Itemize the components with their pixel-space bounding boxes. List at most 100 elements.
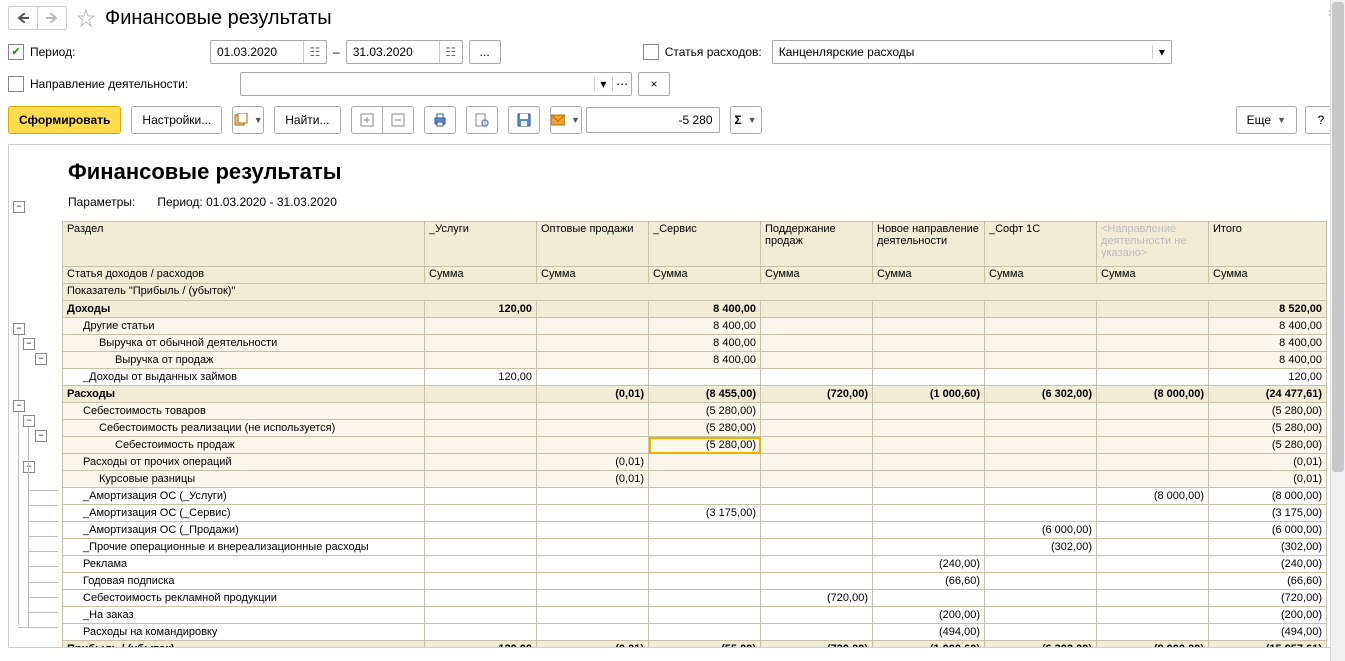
value-cell[interactable] bbox=[537, 505, 649, 522]
date-from-input[interactable] bbox=[211, 42, 303, 62]
value-cell[interactable]: (8 455,00) bbox=[649, 386, 761, 403]
value-cell[interactable] bbox=[425, 403, 537, 420]
dropdown-icon[interactable]: ▾ bbox=[594, 77, 613, 91]
value-cell[interactable] bbox=[537, 301, 649, 318]
value-cell[interactable] bbox=[1097, 471, 1209, 488]
table-row[interactable]: Доходы120,008 400,008 520,00 bbox=[63, 301, 1327, 318]
value-cell[interactable] bbox=[1097, 335, 1209, 352]
value-cell[interactable] bbox=[985, 471, 1097, 488]
value-cell[interactable] bbox=[985, 437, 1097, 454]
value-cell[interactable] bbox=[649, 556, 761, 573]
value-cell[interactable] bbox=[985, 505, 1097, 522]
value-cell[interactable] bbox=[985, 301, 1097, 318]
value-cell[interactable] bbox=[425, 454, 537, 471]
open-dialog-icon[interactable]: ⋯ bbox=[612, 77, 631, 91]
value-cell[interactable] bbox=[761, 488, 873, 505]
value-cell[interactable] bbox=[1097, 522, 1209, 539]
table-row[interactable]: Себестоимость продаж(5 280,00)(5 280,00) bbox=[63, 437, 1327, 454]
table-row[interactable]: Расходы от прочих операций(0,01)(0,01) bbox=[63, 454, 1327, 471]
value-cell[interactable] bbox=[873, 403, 985, 420]
value-cell[interactable] bbox=[761, 471, 873, 488]
value-cell[interactable] bbox=[1097, 505, 1209, 522]
value-cell[interactable]: (15 957,61) bbox=[1209, 641, 1327, 648]
value-cell[interactable] bbox=[1097, 590, 1209, 607]
value-cell[interactable] bbox=[985, 590, 1097, 607]
value-cell[interactable] bbox=[537, 369, 649, 386]
value-cell[interactable]: (1 000,60) bbox=[873, 386, 985, 403]
report-table[interactable]: Раздел_УслугиОптовые продажи_СервисПодде… bbox=[62, 221, 1327, 647]
value-cell[interactable] bbox=[761, 403, 873, 420]
value-cell[interactable] bbox=[761, 624, 873, 641]
value-cell[interactable] bbox=[761, 369, 873, 386]
value-cell[interactable]: 8 400,00 bbox=[649, 318, 761, 335]
value-cell[interactable] bbox=[985, 624, 1097, 641]
table-row[interactable]: Годовая подписка(66,60)(66,60) bbox=[63, 573, 1327, 590]
value-cell[interactable] bbox=[873, 488, 985, 505]
value-cell[interactable] bbox=[425, 607, 537, 624]
value-cell[interactable] bbox=[649, 607, 761, 624]
value-cell[interactable] bbox=[761, 505, 873, 522]
value-cell[interactable]: (0,01) bbox=[1209, 471, 1327, 488]
value-cell[interactable]: 120,00 bbox=[1209, 369, 1327, 386]
value-cell[interactable]: (66,60) bbox=[1209, 573, 1327, 590]
value-cell[interactable] bbox=[1097, 301, 1209, 318]
table-row[interactable]: Себестоимость рекламной продукции(720,00… bbox=[63, 590, 1327, 607]
scrollbar-thumb[interactable] bbox=[1332, 144, 1337, 472]
value-cell[interactable] bbox=[537, 624, 649, 641]
value-cell[interactable]: 120,00 bbox=[425, 369, 537, 386]
value-cell[interactable]: (8 000,00) bbox=[1097, 488, 1209, 505]
value-cell[interactable]: (200,00) bbox=[1209, 607, 1327, 624]
value-cell[interactable] bbox=[425, 488, 537, 505]
value-cell[interactable]: (6 302,00) bbox=[985, 386, 1097, 403]
value-cell[interactable] bbox=[1097, 573, 1209, 590]
value-cell[interactable] bbox=[1097, 352, 1209, 369]
value-cell[interactable]: 120,00 bbox=[425, 301, 537, 318]
value-cell[interactable]: (1 000,60) bbox=[873, 641, 985, 648]
value-cell[interactable] bbox=[537, 403, 649, 420]
value-cell[interactable] bbox=[1097, 539, 1209, 556]
value-cell[interactable] bbox=[761, 437, 873, 454]
tree-collapse-icon[interactable]: − bbox=[23, 338, 35, 350]
value-cell[interactable]: (3 175,00) bbox=[1209, 505, 1327, 522]
table-row[interactable]: Расходы на командировку(494,00)(494,00) bbox=[63, 624, 1327, 641]
expand-all-button[interactable] bbox=[351, 106, 383, 134]
table-row[interactable]: Другие статьи8 400,008 400,00 bbox=[63, 318, 1327, 335]
value-cell[interactable]: 120,00 bbox=[425, 641, 537, 648]
value-cell[interactable]: 8 400,00 bbox=[1209, 318, 1327, 335]
value-cell[interactable]: (0,01) bbox=[537, 471, 649, 488]
value-cell[interactable] bbox=[761, 318, 873, 335]
value-cell[interactable]: 8 400,00 bbox=[1209, 335, 1327, 352]
value-cell[interactable] bbox=[873, 505, 985, 522]
value-cell[interactable]: (6 302,00) bbox=[985, 641, 1097, 648]
value-cell[interactable] bbox=[761, 607, 873, 624]
value-cell[interactable] bbox=[537, 437, 649, 454]
value-cell[interactable] bbox=[649, 522, 761, 539]
value-cell[interactable]: (5 280,00) bbox=[649, 420, 761, 437]
value-cell[interactable]: 8 400,00 bbox=[649, 335, 761, 352]
dropdown-icon[interactable]: ▾ bbox=[1152, 45, 1171, 59]
table-row[interactable]: Реклама(240,00)(240,00) bbox=[63, 556, 1327, 573]
value-cell[interactable] bbox=[649, 471, 761, 488]
value-cell[interactable] bbox=[425, 335, 537, 352]
value-cell[interactable]: (5 280,00) bbox=[649, 403, 761, 420]
value-cell[interactable] bbox=[649, 539, 761, 556]
more-button[interactable]: Еще▼ bbox=[1236, 106, 1297, 134]
tree-collapse-icon[interactable]: − bbox=[23, 461, 35, 473]
table-row[interactable]: _Амортизация ОС (_Продажи)(6 000,00)(6 0… bbox=[63, 522, 1327, 539]
value-cell[interactable]: (8 000,00) bbox=[1097, 386, 1209, 403]
save-button[interactable] bbox=[508, 106, 540, 134]
value-cell[interactable] bbox=[1097, 624, 1209, 641]
value-cell[interactable] bbox=[873, 301, 985, 318]
value-cell[interactable]: (5 280,00) bbox=[649, 437, 761, 454]
value-cell[interactable] bbox=[537, 488, 649, 505]
table-row[interactable]: _На заказ(200,00)(200,00) bbox=[63, 607, 1327, 624]
value-cell[interactable] bbox=[1097, 454, 1209, 471]
value-cell[interactable] bbox=[1097, 318, 1209, 335]
value-cell[interactable] bbox=[537, 539, 649, 556]
value-cell[interactable] bbox=[1097, 420, 1209, 437]
value-cell[interactable]: (5 280,00) bbox=[1209, 420, 1327, 437]
value-cell[interactable] bbox=[425, 386, 537, 403]
date-from-field[interactable]: ☷ bbox=[210, 40, 327, 64]
value-cell[interactable] bbox=[1097, 556, 1209, 573]
variants-button[interactable]: ▼ bbox=[232, 106, 264, 134]
